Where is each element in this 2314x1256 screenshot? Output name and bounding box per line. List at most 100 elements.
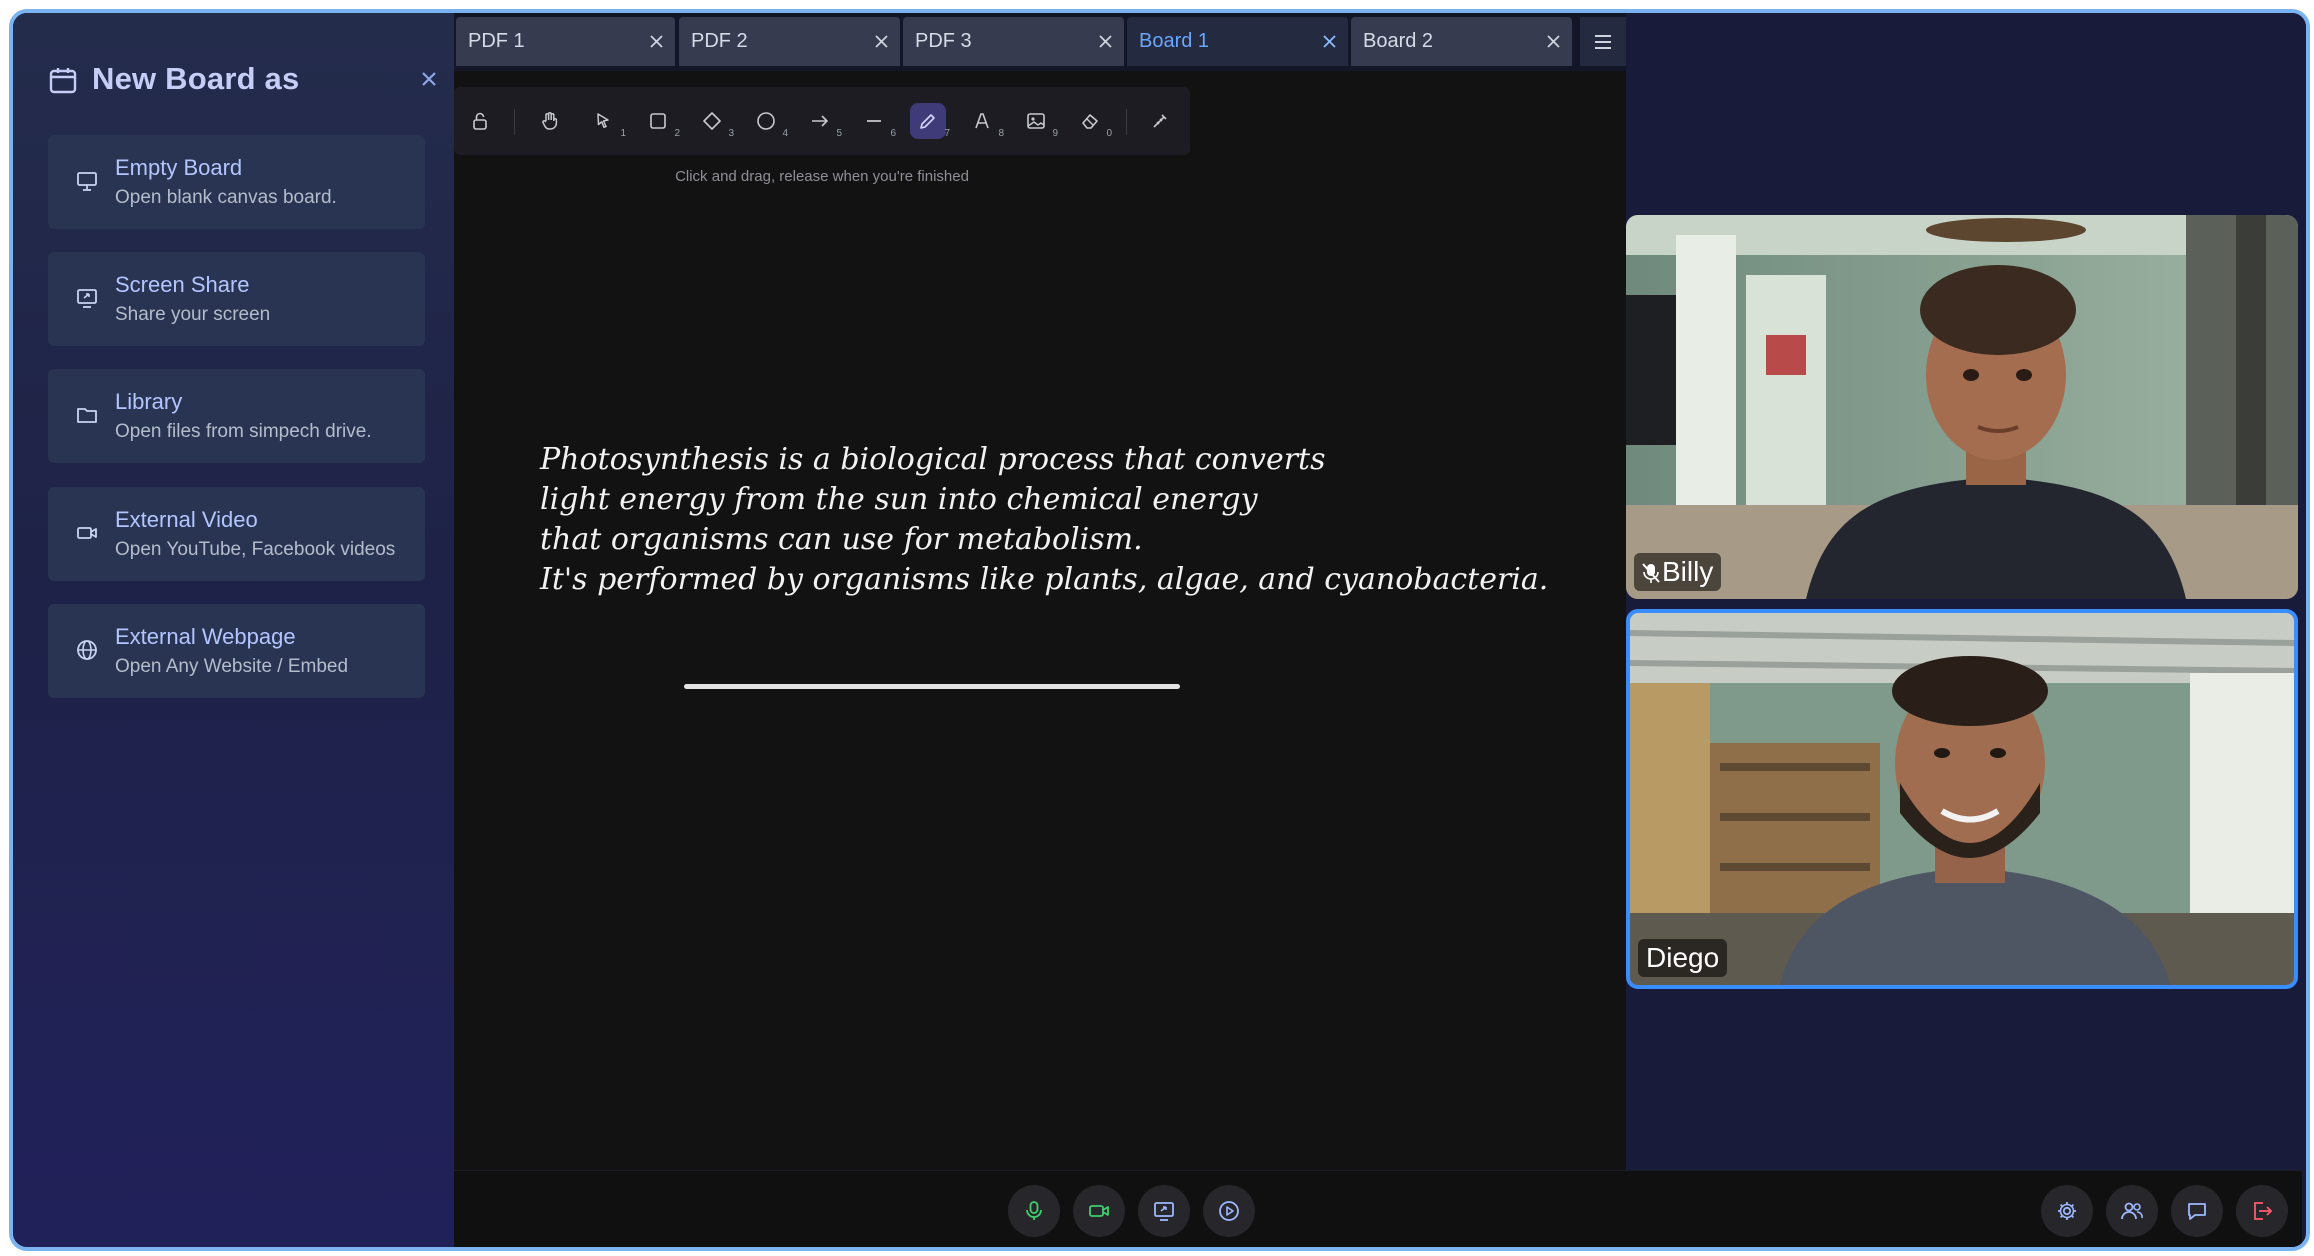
participant-name-tag: Diego <box>1638 939 1728 977</box>
arrow-tool[interactable]: 5 <box>802 103 842 139</box>
folder-icon <box>77 408 97 423</box>
draw-tool[interactable]: 7 <box>910 103 950 139</box>
mic-icon <box>1026 1201 1042 1220</box>
close-panel-icon[interactable] <box>418 68 440 90</box>
tabs-menu-button[interactable] <box>1580 17 1626 66</box>
tab-pdf-3[interactable]: PDF 3 <box>903 17 1124 66</box>
tool-shortcut: 9 <box>1052 128 1058 139</box>
globe-icon <box>77 640 97 660</box>
text-line: that organisms can use for metabolism. <box>540 522 1143 557</box>
screen-share-icon <box>77 289 97 308</box>
tool-shortcut: 1 <box>620 128 626 139</box>
panel-title: New Board as <box>92 61 300 96</box>
option-description: Open blank canvas board. <box>115 187 337 208</box>
participant-tile-billy[interactable]: Billy <box>1626 215 2298 599</box>
mic-button[interactable] <box>1008 1185 1060 1237</box>
settings-button[interactable] <box>2041 1185 2093 1237</box>
image-tool[interactable]: 9 <box>1018 103 1058 139</box>
laser-tool[interactable] <box>1142 103 1178 139</box>
option-empty-board[interactable]: Empty Board Open blank canvas board. <box>48 135 425 229</box>
ellipse-tool[interactable]: 4 <box>748 103 788 139</box>
tool-shortcut: 4 <box>782 128 788 139</box>
eraser-icon <box>1082 114 1098 129</box>
screen-share-icon <box>1154 1202 1174 1221</box>
tab-board-1[interactable]: Board 1 <box>1127 17 1348 66</box>
leave-call-button[interactable] <box>2236 1185 2288 1237</box>
lock-tool[interactable] <box>462 103 498 139</box>
board-icon <box>49 68 77 94</box>
users-icon <box>2121 1202 2143 1220</box>
option-description: Open Any Website / Embed <box>115 656 349 677</box>
call-controls-bar <box>454 1170 2302 1247</box>
option-title: Empty Board <box>115 155 243 180</box>
tab-board-2[interactable]: Board 2 <box>1351 17 1572 66</box>
tab-label: PDF 3 <box>915 30 972 52</box>
handwritten-text[interactable]: Photosynthesis is a biological process t… <box>540 440 1548 600</box>
arrow-icon <box>812 115 829 127</box>
tab-label: Board 1 <box>1139 30 1210 52</box>
diamond-icon <box>703 112 721 130</box>
video-icon <box>77 527 97 539</box>
participant-tile-diego[interactable]: Diego <box>1626 609 2298 989</box>
tab-pdf-1[interactable]: PDF 1 <box>456 17 675 66</box>
text-tool[interactable]: 8 <box>964 103 1004 139</box>
close-tab-icon[interactable] <box>648 33 665 50</box>
rectangle-tool[interactable]: 2 <box>640 103 680 139</box>
play-circle-icon <box>1219 1201 1239 1221</box>
tool-shortcut: 6 <box>890 128 896 139</box>
new-board-panel: New Board as Empty Board Open blank canv… <box>13 13 454 1247</box>
screen-share-button[interactable] <box>1138 1185 1190 1237</box>
tab-bar: PDF 1 PDF 2 PDF 3 Board 1 Board 2 <box>454 13 1626 71</box>
tab-label: PDF 1 <box>468 30 525 52</box>
mic-muted-icon <box>1642 563 1660 583</box>
participant-name: Billy <box>1662 556 1714 587</box>
line-icon <box>867 120 881 122</box>
text-line: Photosynthesis is a biological process t… <box>540 442 1326 477</box>
image-icon <box>1027 113 1045 129</box>
close-tab-icon[interactable] <box>1321 33 1338 50</box>
participant-name-tag: Billy <box>1634 553 1722 591</box>
app-window: New Board as Empty Board Open blank canv… <box>9 9 2310 1251</box>
chat-button[interactable] <box>2171 1185 2223 1237</box>
hand-icon <box>542 112 558 130</box>
tab-label: Board 2 <box>1363 30 1434 52</box>
camera-button[interactable] <box>1073 1185 1125 1237</box>
tool-hint: Click and drag, release when you're fini… <box>675 168 969 185</box>
panel-header: New Board as <box>48 59 436 103</box>
text-line: light energy from the sun into chemical … <box>540 482 1258 517</box>
close-tab-icon[interactable] <box>1097 33 1114 50</box>
lock-icon <box>473 112 487 130</box>
line-tool[interactable]: 6 <box>856 103 896 139</box>
whiteboard-canvas[interactable]: 1 2 3 4 5 6 7 8 9 0 Click and drag, rele… <box>454 13 1626 1170</box>
option-description: Open files from simpech drive. <box>115 421 372 442</box>
tool-shortcut: 8 <box>998 128 1004 139</box>
chat-icon <box>2188 1203 2206 1220</box>
toolbar-separator <box>514 109 515 135</box>
participant-name: Diego <box>1646 942 1720 973</box>
record-button[interactable] <box>1203 1185 1255 1237</box>
tab-label: PDF 2 <box>691 30 748 52</box>
option-external-video[interactable]: External Video Open YouTube, Facebook vi… <box>48 487 425 581</box>
selection-tool[interactable]: 1 <box>586 103 626 139</box>
eraser-tool[interactable]: 0 <box>1072 103 1112 139</box>
logout-icon <box>2254 1202 2273 1220</box>
close-tab-icon[interactable] <box>873 33 890 50</box>
hand-tool[interactable] <box>532 103 568 139</box>
drawing-toolbar: 1 2 3 4 5 6 7 8 9 0 <box>454 87 1190 155</box>
tool-shortcut: 0 <box>1106 128 1112 139</box>
participants-button[interactable] <box>2106 1185 2158 1237</box>
drawn-stroke[interactable] <box>684 684 1180 689</box>
tool-shortcut: 2 <box>674 128 680 139</box>
diamond-tool[interactable]: 3 <box>694 103 734 139</box>
ellipse-icon <box>757 112 775 130</box>
option-title: Screen Share <box>115 272 250 297</box>
option-library[interactable]: Library Open files from simpech drive. <box>48 369 425 463</box>
tab-pdf-2[interactable]: PDF 2 <box>679 17 900 66</box>
camera-icon <box>1089 1205 1109 1217</box>
option-screen-share[interactable]: Screen Share Share your screen <box>48 252 425 346</box>
close-tab-icon[interactable] <box>1545 33 1562 50</box>
rectangle-icon <box>650 113 666 129</box>
option-external-webpage[interactable]: External Webpage Open Any Website / Embe… <box>48 604 425 698</box>
tool-shortcut: 3 <box>728 128 734 139</box>
option-description: Share your screen <box>115 304 271 325</box>
